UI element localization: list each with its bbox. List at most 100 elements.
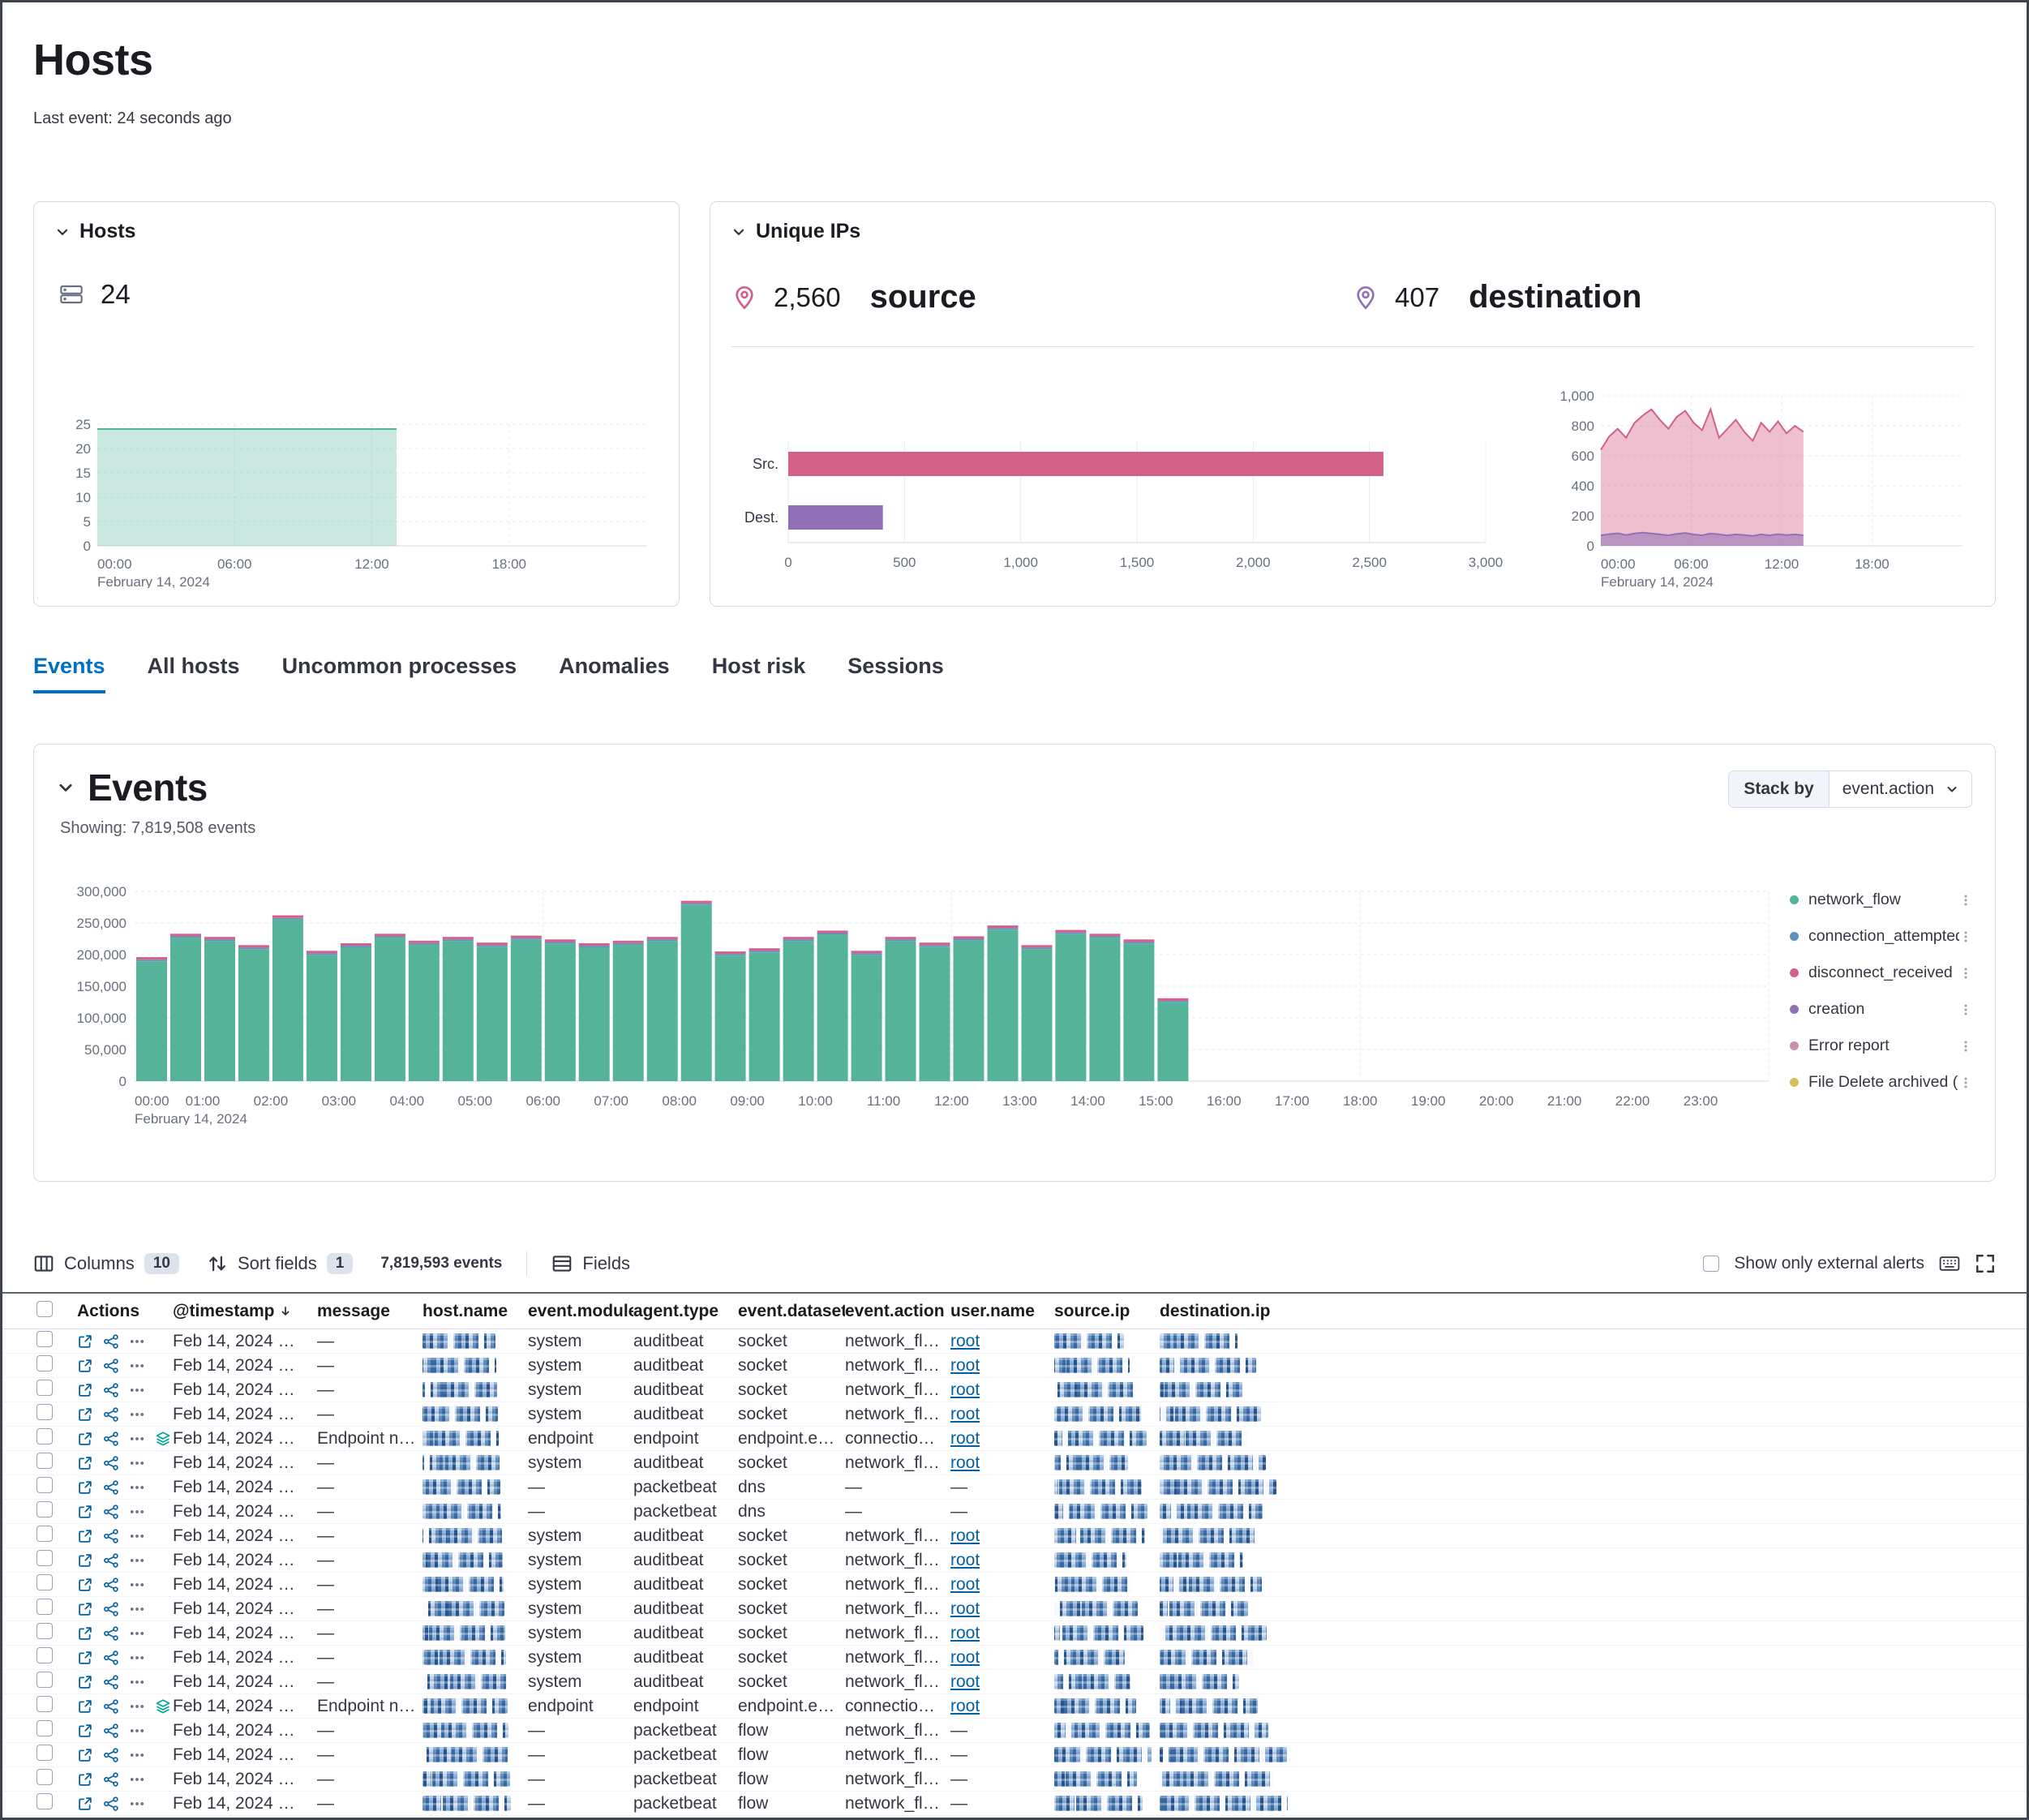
analyze-event-icon[interactable] bbox=[103, 1406, 119, 1423]
redacted-destination-ip[interactable] bbox=[1160, 1698, 1258, 1714]
expand-event-icon[interactable] bbox=[77, 1577, 93, 1593]
row-checkbox[interactable] bbox=[36, 1720, 53, 1736]
redacted-host-name[interactable] bbox=[423, 1796, 511, 1811]
row-more-actions-icon[interactable] bbox=[129, 1333, 145, 1350]
analyze-event-icon[interactable] bbox=[103, 1333, 119, 1350]
event-module-cell-value[interactable]: system bbox=[528, 1526, 582, 1545]
column-header-event.action[interactable]: event.action bbox=[845, 1302, 950, 1321]
event-action-cell-value[interactable]: network_flow bbox=[845, 1332, 945, 1350]
redacted-source-ip[interactable] bbox=[1054, 1358, 1130, 1373]
redacted-destination-ip[interactable] bbox=[1160, 1674, 1239, 1689]
event-module-cell-value[interactable]: system bbox=[528, 1380, 582, 1399]
row-checkbox[interactable] bbox=[36, 1599, 53, 1615]
redacted-destination-ip[interactable] bbox=[1160, 1479, 1276, 1495]
redacted-source-ip[interactable] bbox=[1054, 1698, 1136, 1714]
row-checkbox[interactable] bbox=[36, 1793, 53, 1809]
event-dataset-cell-value[interactable]: flow bbox=[738, 1770, 768, 1788]
event-dataset-cell-value[interactable]: socket bbox=[738, 1672, 787, 1691]
event-module-cell-value[interactable]: system bbox=[528, 1648, 582, 1667]
chevron-down-icon[interactable] bbox=[55, 225, 70, 239]
row-checkbox[interactable] bbox=[36, 1331, 53, 1347]
redacted-source-ip[interactable] bbox=[1054, 1528, 1145, 1543]
unique-ips-area-chart[interactable]: 02004006008001,00000:0006:0012:0018:00Fe… bbox=[1559, 358, 1974, 588]
redacted-source-ip[interactable] bbox=[1054, 1382, 1135, 1397]
columns-button[interactable]: Columns 10 bbox=[33, 1253, 179, 1274]
analyze-event-icon[interactable] bbox=[103, 1479, 119, 1496]
events-stacked-bar-chart[interactable]: 050,000100,000150,000200,000250,000300,0… bbox=[57, 882, 1782, 1125]
legend-item[interactable]: network_flow bbox=[1790, 882, 1972, 918]
redacted-source-ip[interactable] bbox=[1054, 1625, 1143, 1641]
user-name-link[interactable]: root bbox=[950, 1380, 980, 1399]
event-action-cell-value[interactable]: network_flow bbox=[845, 1721, 945, 1740]
user-name-link[interactable]: root bbox=[950, 1453, 980, 1472]
legend-options-icon[interactable] bbox=[1959, 1076, 1972, 1089]
analyze-event-icon[interactable] bbox=[103, 1771, 119, 1788]
expand-event-icon[interactable] bbox=[77, 1382, 93, 1398]
event-module-cell-value[interactable]: system bbox=[528, 1332, 582, 1350]
legend-item[interactable]: File Delete archived ( bbox=[1790, 1064, 1972, 1099]
redacted-destination-ip[interactable] bbox=[1160, 1723, 1268, 1738]
event-module-cell-value[interactable]: system bbox=[528, 1551, 582, 1569]
row-more-actions-icon[interactable] bbox=[129, 1601, 145, 1617]
redacted-host-name[interactable] bbox=[423, 1601, 504, 1616]
redacted-host-name[interactable] bbox=[423, 1771, 510, 1787]
event-dataset-cell-value[interactable]: socket bbox=[738, 1624, 787, 1642]
legend-options-icon[interactable] bbox=[1959, 894, 1972, 907]
column-header-message[interactable]: message bbox=[317, 1302, 423, 1321]
analyze-event-icon[interactable] bbox=[103, 1674, 119, 1690]
fields-button[interactable]: Fields bbox=[551, 1253, 630, 1274]
redacted-source-ip[interactable] bbox=[1054, 1479, 1142, 1495]
analyze-event-icon[interactable] bbox=[103, 1431, 119, 1447]
user-name-link[interactable]: root bbox=[950, 1672, 980, 1691]
expand-event-icon[interactable] bbox=[77, 1796, 93, 1812]
user-name-link[interactable]: root bbox=[950, 1356, 980, 1375]
event-dataset-cell-value[interactable]: flow bbox=[738, 1745, 768, 1764]
event-dataset-cell-value[interactable]: socket bbox=[738, 1332, 787, 1350]
event-dataset-cell-value[interactable]: socket bbox=[738, 1453, 787, 1472]
legend-options-icon[interactable] bbox=[1959, 1040, 1972, 1053]
expand-event-icon[interactable] bbox=[77, 1431, 93, 1447]
row-more-actions-icon[interactable] bbox=[129, 1747, 145, 1763]
user-name-link[interactable]: root bbox=[950, 1429, 980, 1448]
expand-event-icon[interactable] bbox=[77, 1723, 93, 1739]
redacted-destination-ip[interactable] bbox=[1160, 1333, 1238, 1349]
event-module-cell-value[interactable]: system bbox=[528, 1453, 582, 1472]
column-header-host.name[interactable]: host.name bbox=[423, 1302, 528, 1321]
redacted-source-ip[interactable] bbox=[1054, 1650, 1125, 1665]
legend-item[interactable]: disconnect_received bbox=[1790, 955, 1972, 991]
agent-type-cell-value[interactable]: auditbeat bbox=[633, 1575, 703, 1594]
redacted-host-name[interactable] bbox=[423, 1504, 501, 1519]
column-header-@timestamp[interactable]: @timestamp bbox=[173, 1302, 317, 1321]
redacted-source-ip[interactable] bbox=[1054, 1747, 1152, 1762]
event-dataset-cell-value[interactable]: socket bbox=[738, 1405, 787, 1423]
agent-type-cell-value[interactable]: auditbeat bbox=[633, 1551, 703, 1569]
analyze-event-icon[interactable] bbox=[103, 1650, 119, 1666]
event-action-cell-value[interactable]: network_flow bbox=[845, 1356, 945, 1375]
row-more-actions-icon[interactable] bbox=[129, 1382, 145, 1398]
tab-events[interactable]: Events bbox=[33, 654, 105, 693]
legend-item[interactable]: Error report bbox=[1790, 1028, 1972, 1064]
row-more-actions-icon[interactable] bbox=[129, 1796, 145, 1812]
analyze-event-icon[interactable] bbox=[103, 1601, 119, 1617]
event-action-cell-value[interactable]: network_flow bbox=[845, 1405, 945, 1423]
redacted-host-name[interactable] bbox=[423, 1698, 508, 1714]
redacted-host-name[interactable] bbox=[423, 1528, 502, 1543]
agent-type-cell-value[interactable]: packetbeat bbox=[633, 1721, 717, 1740]
redacted-destination-ip[interactable] bbox=[1160, 1601, 1248, 1616]
user-name-link[interactable]: root bbox=[950, 1551, 980, 1569]
expand-event-icon[interactable] bbox=[77, 1747, 93, 1763]
tab-uncommon-processes[interactable]: Uncommon processes bbox=[282, 654, 517, 693]
row-more-actions-icon[interactable] bbox=[129, 1479, 145, 1496]
expand-event-icon[interactable] bbox=[77, 1333, 93, 1350]
message-cell-value[interactable]: Endpoint netwo... bbox=[317, 1697, 423, 1715]
sort-fields-button[interactable]: Sort fields 1 bbox=[207, 1253, 353, 1274]
event-dataset-cell-value[interactable]: endpoint.event... bbox=[738, 1429, 845, 1448]
row-more-actions-icon[interactable] bbox=[129, 1455, 145, 1471]
row-checkbox[interactable] bbox=[36, 1477, 53, 1493]
row-more-actions-icon[interactable] bbox=[129, 1674, 145, 1690]
analyze-event-icon[interactable] bbox=[103, 1528, 119, 1544]
row-more-actions-icon[interactable] bbox=[129, 1723, 145, 1739]
redacted-host-name[interactable] bbox=[423, 1431, 499, 1446]
row-checkbox[interactable] bbox=[36, 1574, 53, 1590]
column-header-destination.ip[interactable]: destination.ip bbox=[1160, 1302, 1298, 1321]
